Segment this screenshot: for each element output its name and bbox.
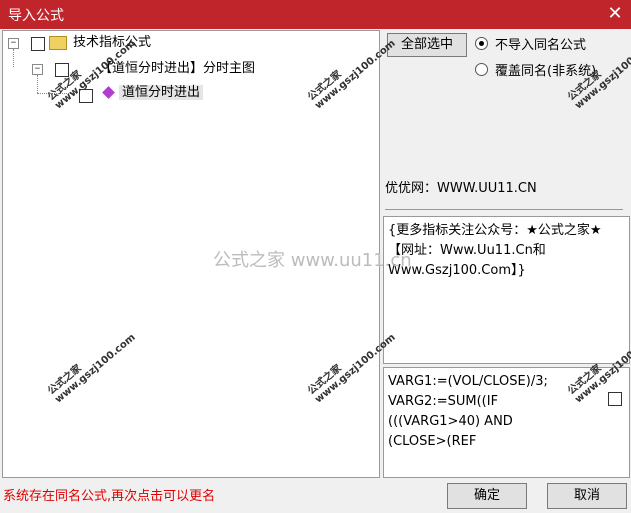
code-checkbox[interactable] xyxy=(608,392,622,406)
description-box[interactable]: {更多指标关注公众号：★公式之家★【网址：Www.Uu11.Cn和Www.Gsz… xyxy=(383,216,630,364)
site-label: 优优网：WWW.UU11.CN xyxy=(385,181,537,196)
tree-child-item[interactable]: 【道恒分时进出】分时主图 xyxy=(99,59,255,79)
close-icon[interactable]: ✕ xyxy=(603,2,627,26)
collapse-child-toggle[interactable]: − xyxy=(32,64,43,75)
radio-overwrite[interactable] xyxy=(475,63,488,76)
select-all-button[interactable]: 全部选中 xyxy=(387,33,467,57)
description-text: {更多指标关注公众号：★公式之家★【网址：Www.Uu11.Cn和Www.Gsz… xyxy=(388,223,602,278)
window-title: 导入公式 xyxy=(8,8,64,24)
folder-icon xyxy=(49,36,67,50)
root-checkbox[interactable] xyxy=(31,37,45,51)
tree-line xyxy=(37,75,38,93)
tree-line xyxy=(13,49,14,67)
ok-button[interactable]: 确定 xyxy=(447,483,527,509)
watermark-center: 公式之家 www.uu11.cn xyxy=(213,250,412,271)
tree-child-label: 【道恒分时进出】分时主图 xyxy=(99,61,256,76)
radio-skip-duplicates[interactable] xyxy=(475,37,488,50)
tree-leaf-item[interactable]: 道恒分时进出 xyxy=(119,83,204,103)
cancel-button[interactable]: 取消 xyxy=(547,483,627,509)
tree-leaf-label: 道恒分时进出 xyxy=(119,85,204,100)
radio-skip-label: 不导入同名公式 xyxy=(495,38,587,53)
site-label-area: 优优网：WWW.UU11.CN xyxy=(385,173,623,210)
status-message: 系统存在同名公式,再次点击可以更名 xyxy=(3,489,216,504)
title-bar: 导入公式 ✕ xyxy=(0,0,631,29)
formula-icon xyxy=(102,86,115,99)
collapse-root-toggle[interactable]: − xyxy=(8,38,19,49)
